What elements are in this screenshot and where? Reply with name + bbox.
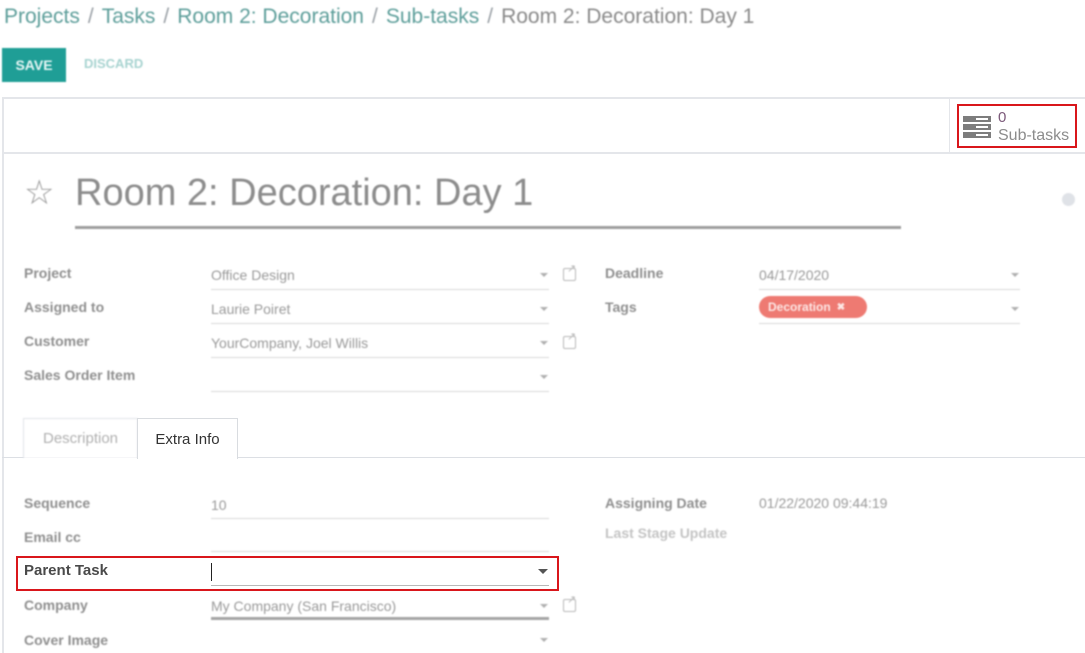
task-title-input[interactable]: Room 2: Decoration: Day 1 <box>75 172 533 215</box>
discard-button[interactable]: DISCARD <box>84 56 143 71</box>
kanban-state-indicator[interactable] <box>1062 193 1075 206</box>
assigning-date-label: Assigning Date <box>605 495 707 511</box>
sales-order-item-underline <box>211 391 549 392</box>
assigned-to-underline <box>211 323 549 324</box>
breadcrumb: Projects / Tasks / Room 2: Decoration / Sub-ta… <box>4 5 754 29</box>
external-link-icon[interactable] <box>563 593 576 612</box>
breadcrumb-separator: / <box>87 5 94 28</box>
subtasks-count: 0 <box>998 109 1007 126</box>
title-underline <box>75 226 901 229</box>
tags-label: Tags <box>605 299 637 315</box>
sequence-label: Sequence <box>24 495 91 511</box>
company-field[interactable]: My Company (San Francisco) <box>211 598 396 614</box>
customer-label: Customer <box>24 333 90 349</box>
chevron-down-icon[interactable] <box>540 604 548 608</box>
breadcrumb-subtasks[interactable]: Sub-tasks <box>386 5 479 28</box>
assigned-to-field[interactable]: Laurie Poiret <box>211 301 290 317</box>
chevron-down-icon[interactable] <box>540 638 548 642</box>
tags-underline <box>759 323 1020 324</box>
breadcrumb-parent-task[interactable]: Room 2: Decoration <box>177 5 364 28</box>
customer-field[interactable]: YourCompany, Joel Willis <box>211 335 368 351</box>
save-button[interactable]: SAVE <box>2 48 66 82</box>
button-box <box>4 99 1085 154</box>
sequence-underline <box>211 518 549 519</box>
assigning-date-value: 01/22/2020 09:44:19 <box>759 495 888 511</box>
tag-label: Decoration <box>768 300 831 314</box>
breadcrumb-separator: / <box>487 5 494 28</box>
project-underline <box>211 289 549 290</box>
company-underline <box>211 617 549 620</box>
text-cursor <box>211 563 212 581</box>
sales-order-item-label: Sales Order Item <box>24 367 136 383</box>
breadcrumb-separator: / <box>372 5 378 28</box>
tasks-icon <box>963 116 991 138</box>
breadcrumb-projects[interactable]: Projects <box>4 5 80 28</box>
project-label: Project <box>24 265 72 281</box>
chevron-down-icon[interactable] <box>540 273 548 277</box>
external-link-icon[interactable] <box>563 330 576 349</box>
chevron-down-icon[interactable] <box>1011 307 1019 311</box>
sequence-field[interactable]: 10 <box>211 497 227 513</box>
external-link-icon[interactable] <box>563 262 576 281</box>
star-outline-icon[interactable]: ☆ <box>24 176 54 210</box>
deadline-underline <box>759 289 1020 290</box>
cover-image-label: Cover Image <box>24 632 109 648</box>
chevron-down-icon[interactable] <box>540 307 548 311</box>
breadcrumb-current: Room 2: Decoration: Day 1 <box>501 5 755 28</box>
company-label: Company <box>24 597 88 613</box>
tag-remove-icon[interactable]: ✖ <box>837 302 845 313</box>
breadcrumb-separator: / <box>163 5 170 28</box>
parent-task-label: Parent Task <box>24 562 108 579</box>
customer-underline <box>211 357 549 358</box>
subtasks-label[interactable]: Sub-tasks <box>998 127 1069 145</box>
parent-task-input[interactable] <box>211 585 549 586</box>
last-stage-update-label: Last Stage Update <box>605 525 728 541</box>
chevron-down-icon[interactable] <box>540 375 548 379</box>
chevron-down-icon[interactable] <box>538 569 548 574</box>
project-field[interactable]: Office Design <box>211 267 295 283</box>
deadline-label: Deadline <box>605 265 664 281</box>
deadline-field[interactable]: 04/17/2020 <box>759 267 829 283</box>
assigned-to-label: Assigned to <box>24 299 105 315</box>
tab-extra-info[interactable]: Extra Info <box>137 418 238 459</box>
chevron-down-icon[interactable] <box>1011 273 1019 277</box>
chevron-down-icon[interactable] <box>540 341 548 345</box>
tab-description[interactable]: Description <box>23 418 138 458</box>
breadcrumb-tasks[interactable]: Tasks <box>102 5 156 28</box>
tag-badge[interactable]: Decoration ✖ <box>759 296 867 318</box>
email-cc-underline <box>211 551 549 552</box>
email-cc-label: Email cc <box>24 529 81 545</box>
